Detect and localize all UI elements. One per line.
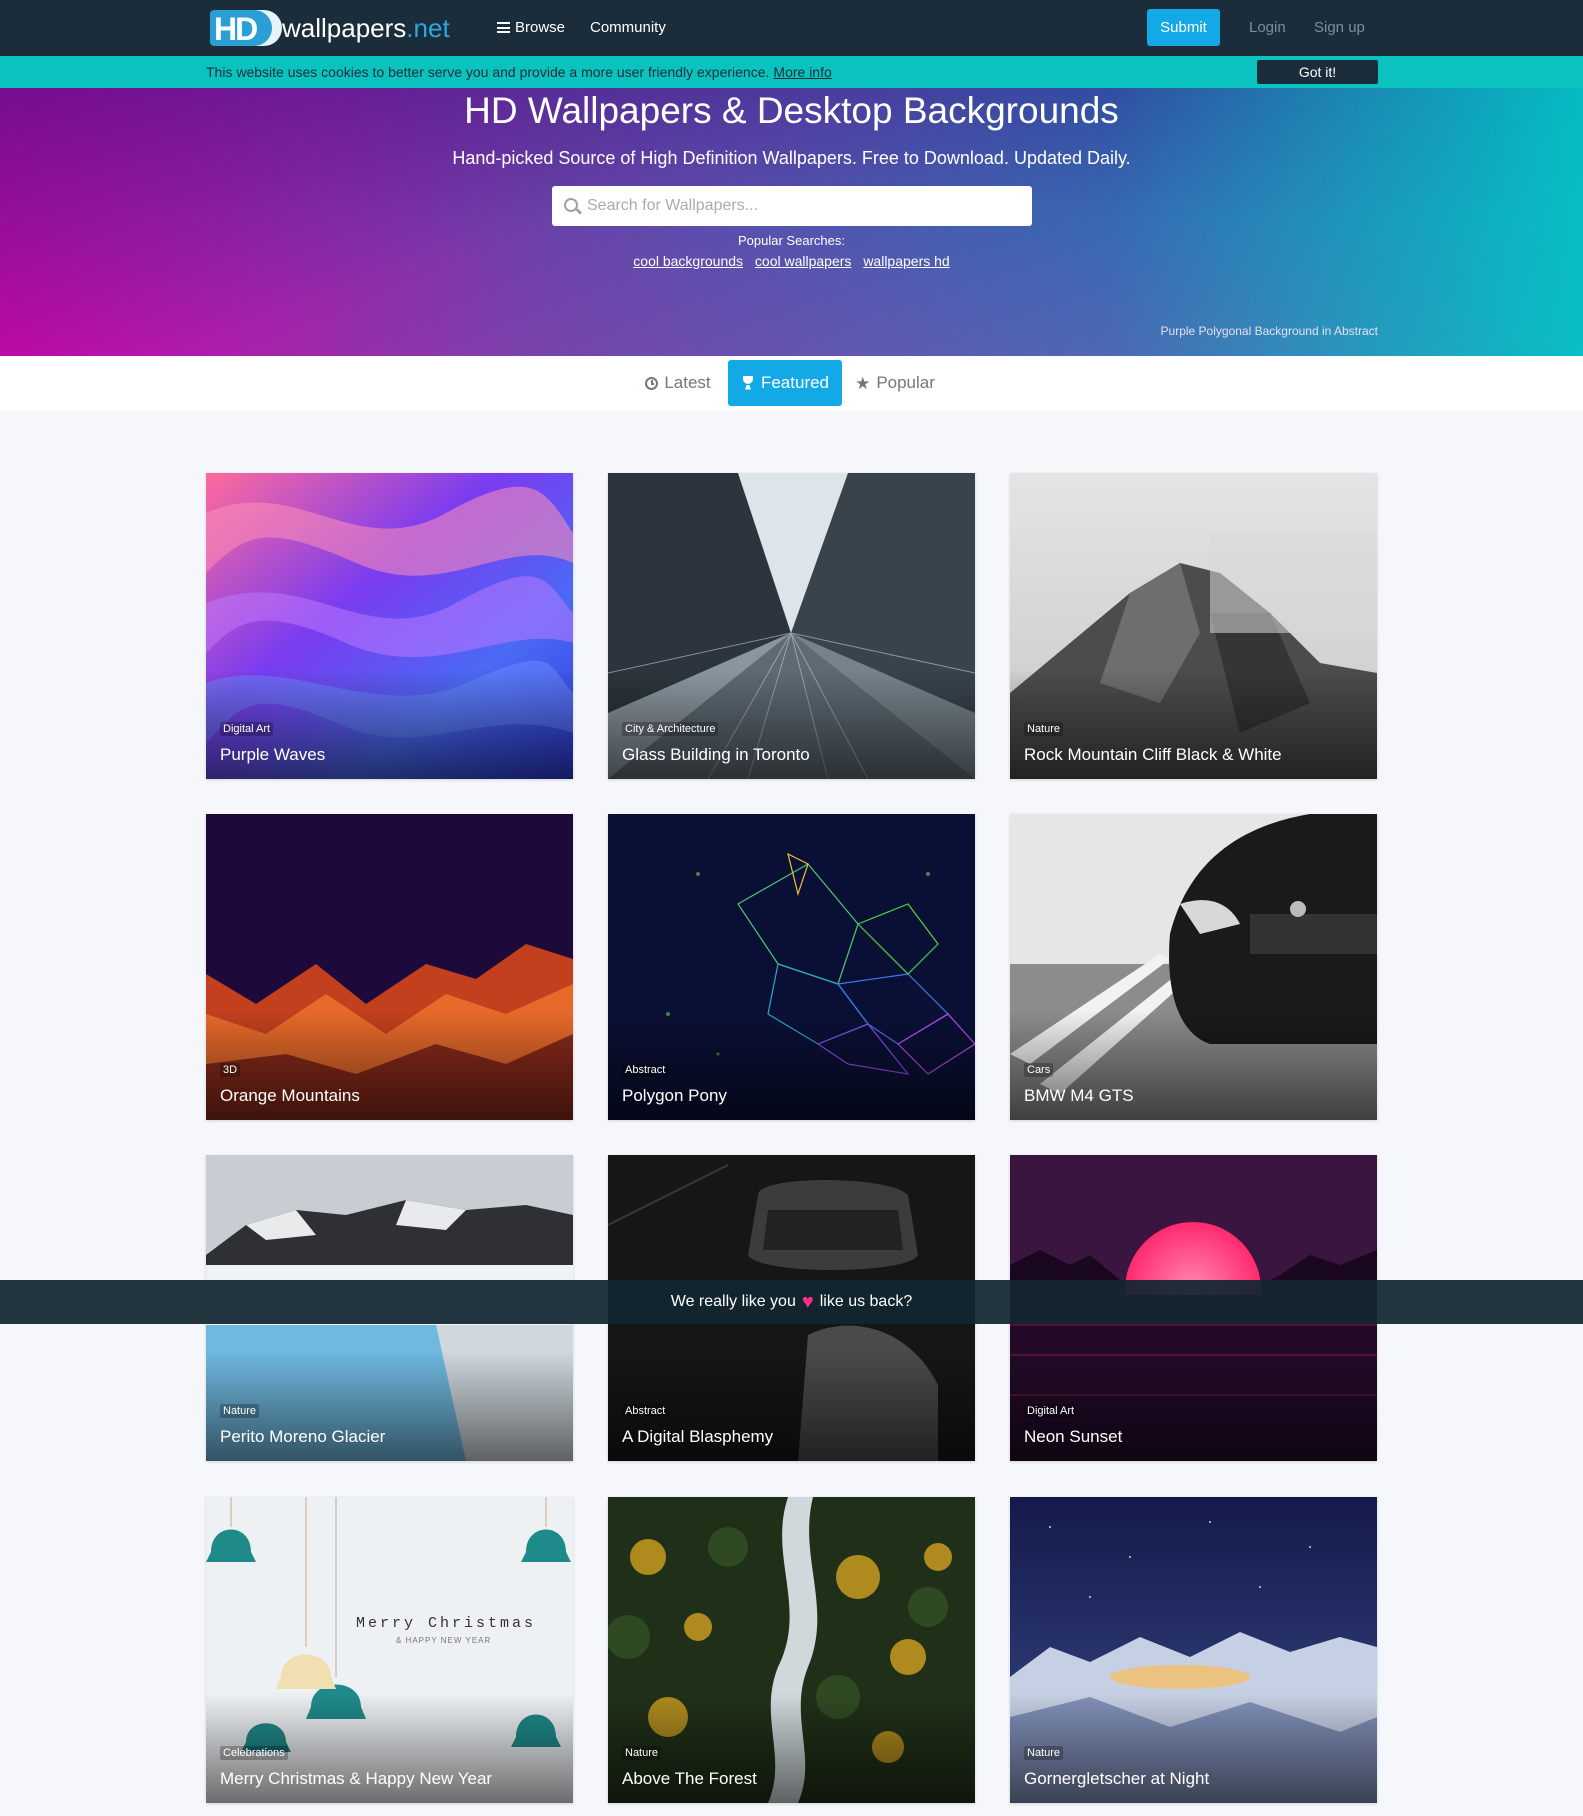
wallpaper-card[interactable]: City & Architecture Glass Building in To… <box>608 473 975 779</box>
card-title: Above The Forest <box>622 1769 757 1788</box>
community-link[interactable]: Community <box>590 19 666 36</box>
cookie-message: This website uses cookies to better serv… <box>206 64 832 80</box>
wallpaper-card[interactable]: Digital Art Purple Waves <box>206 473 573 779</box>
login-link[interactable]: Login <box>1249 19 1286 36</box>
popular-search-link[interactable]: wallpapers hd <box>863 253 949 269</box>
tab-label: Popular <box>876 373 935 392</box>
search-input[interactable] <box>587 197 1017 215</box>
card-title: Merry Christmas & Happy New Year <box>220 1769 493 1788</box>
card-category: Abstract <box>622 1404 669 1418</box>
wallpaper-card[interactable]: Nature Above The Forest <box>608 1497 975 1803</box>
card-category: Cars <box>1024 1063 1054 1077</box>
card-category: Celebrations <box>220 1746 288 1760</box>
popular-search-link[interactable]: cool backgrounds <box>633 253 743 269</box>
card-category: City & Architecture <box>622 722 719 736</box>
clock-icon <box>645 376 659 390</box>
wallpaper-card[interactable]: Abstract Polygon Pony <box>608 814 975 1120</box>
cookie-text: This website uses cookies to better serv… <box>206 64 770 80</box>
browse-label: Browse <box>515 19 566 36</box>
submit-button[interactable]: Submit <box>1147 9 1220 46</box>
card-category: Nature <box>1024 1746 1064 1760</box>
sort-tabs: Latest Featured ★ Popular <box>0 356 1583 411</box>
tab-featured[interactable]: Featured <box>728 360 842 406</box>
page-subtitle: Hand-picked Source of High Definition Wa… <box>452 148 1131 168</box>
christmas-text-line2: & HAPPY NEW YEAR <box>396 1636 491 1645</box>
site-logo[interactable]: HD wallpapers.net <box>210 9 450 47</box>
popular-searches-label: Popular Searches: <box>738 233 845 248</box>
card-category: Digital Art <box>220 722 274 736</box>
search-icon <box>564 198 578 212</box>
tab-latest[interactable]: Latest <box>638 360 718 406</box>
hd-logo-icon: HD <box>210 9 286 47</box>
logo-text: wallpapers.net <box>282 13 450 44</box>
search-box <box>552 186 1032 226</box>
trophy-icon <box>741 375 755 391</box>
hero-banner: HD Wallpapers & Desktop Backgrounds Hand… <box>0 88 1583 356</box>
tab-label: Latest <box>664 373 711 392</box>
wallpaper-card[interactable]: Nature Gornergletscher at Night <box>1010 1497 1377 1803</box>
like-bar-text-before: We really like you <box>670 1293 796 1310</box>
logo-text-tld: .net <box>406 12 450 43</box>
like-bar-text-after: like us back? <box>819 1293 913 1310</box>
hd-logo-mark-text: HD <box>214 11 258 47</box>
cookie-accept-button[interactable]: Got it! <box>1257 60 1378 84</box>
signup-link[interactable]: Sign up <box>1314 19 1365 36</box>
cookie-banner: This website uses cookies to better serv… <box>0 56 1583 88</box>
card-title: BMW M4 GTS <box>1024 1086 1134 1105</box>
top-navbar: HD wallpapers.net Browse Community Submi… <box>0 0 1583 56</box>
popular-searches: cool backgrounds cool wallpapers wallpap… <box>0 253 1583 269</box>
christmas-text-line1: Merry Christmas <box>356 1615 536 1632</box>
card-category: Nature <box>1024 722 1064 736</box>
hamburger-icon <box>497 22 510 33</box>
wallpaper-card[interactable]: Nature Rock Mountain Cliff Black & White <box>1010 473 1377 779</box>
card-title: Purple Waves <box>220 745 326 764</box>
logo-text-name: wallpapers <box>282 12 407 43</box>
wallpaper-card[interactable]: Merry Christmas & HAPPY NEW YEAR Celebra… <box>206 1497 573 1803</box>
card-title: Glass Building in Toronto <box>622 745 810 764</box>
card-title: Perito Moreno Glacier <box>220 1427 386 1446</box>
popular-search-link[interactable]: cool wallpapers <box>755 253 852 269</box>
card-title: Orange Mountains <box>220 1086 360 1105</box>
card-category: Abstract <box>622 1063 669 1077</box>
card-category: Digital Art <box>1024 1404 1078 1418</box>
card-category: Nature <box>220 1404 260 1418</box>
tab-label: Featured <box>760 373 830 392</box>
card-category: Nature <box>622 1746 662 1760</box>
card-title: Gornergletscher at Night <box>1024 1769 1210 1788</box>
card-title: Neon Sunset <box>1024 1427 1123 1446</box>
card-title: A Digital Blasphemy <box>622 1427 774 1446</box>
browse-menu[interactable]: Browse <box>497 19 565 36</box>
star-icon: ★ <box>855 373 871 393</box>
hero-image-caption[interactable]: Purple Polygonal Background in Abstract <box>1161 324 1378 338</box>
heart-icon: ♥ <box>801 1291 814 1313</box>
page-title: HD Wallpapers & Desktop Backgrounds <box>464 90 1119 131</box>
card-category: 3D <box>220 1063 241 1077</box>
card-title: Rock Mountain Cliff Black & White <box>1024 745 1282 764</box>
social-like-bar[interactable]: We really like you ♥ like us back? <box>0 1280 1583 1324</box>
tab-popular[interactable]: ★ Popular <box>852 360 938 406</box>
cookie-more-info-link[interactable]: More info <box>773 64 831 80</box>
wallpaper-card[interactable]: 3D Orange Mountains <box>206 814 573 1120</box>
card-title: Polygon Pony <box>622 1086 727 1105</box>
wallpaper-card[interactable]: Cars BMW M4 GTS <box>1010 814 1377 1120</box>
